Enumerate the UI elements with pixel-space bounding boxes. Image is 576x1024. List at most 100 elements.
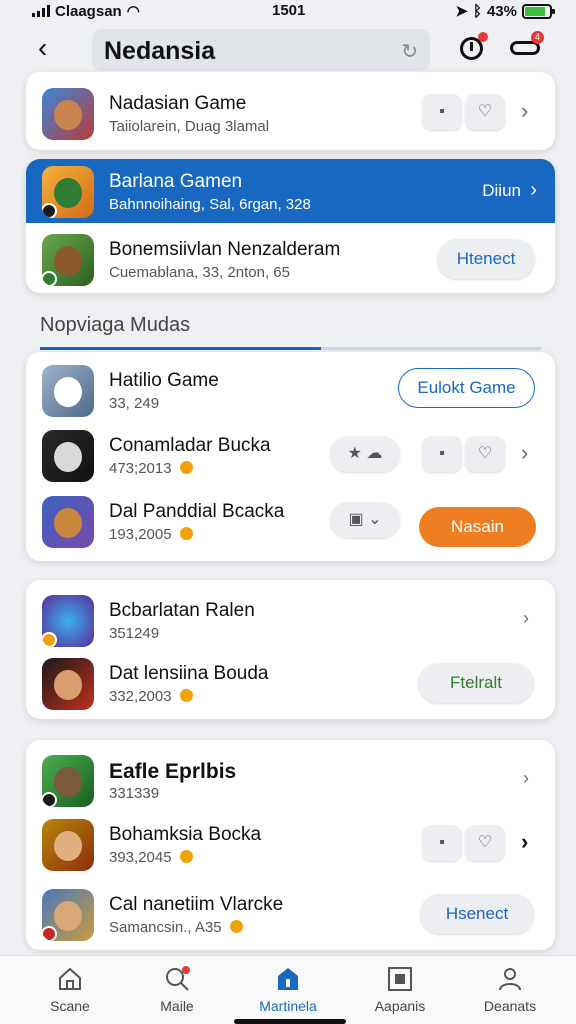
bluetooth-icon: ᛒ xyxy=(472,2,482,20)
primary-action-button[interactable]: Nasain xyxy=(419,507,536,547)
app-subtitle-row: 473;2013 xyxy=(109,460,193,477)
list-item[interactable]: Bonemsiivlan Nenzalderam Cuemablana, 33,… xyxy=(26,227,555,291)
tab-label: Maile xyxy=(160,998,194,1014)
app-icon xyxy=(42,496,94,548)
app-subtitle: Samancsin., A35 xyxy=(109,919,222,936)
selected-card: Barlana Gamen Bahnnoihaing, Sal, 6rgan, … xyxy=(26,159,555,293)
app-subtitle-row: 332,2003 xyxy=(109,688,193,705)
app-name: Dal Panddial Bcacka xyxy=(109,501,285,522)
top-bar: ‹ Nedansia ↻ 4 xyxy=(0,26,576,78)
dropdown-button[interactable]: ▣ ⌄ xyxy=(330,502,400,538)
app-icon xyxy=(42,595,94,647)
unlock-game-button[interactable]: Eulokt Game xyxy=(398,368,535,408)
signal-icon xyxy=(32,5,50,17)
favorite-button[interactable]: ♡ xyxy=(465,825,505,861)
app-subtitle: 351249 xyxy=(109,625,160,642)
coin-icon xyxy=(229,920,243,933)
list-item[interactable]: Hatilio Game 33, 249 Eulokt Game xyxy=(26,358,555,422)
chevron-right-icon[interactable]: › xyxy=(521,441,528,465)
app-subtitle: Taiiolarein, Duag 3lamal xyxy=(109,118,270,135)
chevron-right-icon[interactable]: › xyxy=(530,179,537,202)
tab-label: Aapanis xyxy=(374,998,426,1014)
games-card: Bcbarlatan Ralen 351249 › Dat lensiina B… xyxy=(26,580,555,719)
list-item[interactable]: Conamladar Bucka 473;2013 ★ ☁ ▪ ♡ › xyxy=(26,423,555,487)
chevron-right-icon[interactable]: › xyxy=(521,99,528,123)
tab-home[interactable]: Scane xyxy=(15,956,125,1024)
app-name: Bonemsiivlan Nenzalderam xyxy=(109,239,341,260)
carrier-label: Claagsan xyxy=(55,2,122,20)
back-arrow-icon[interactable]: ‹ xyxy=(38,34,47,62)
tab-label: Deanats xyxy=(483,998,537,1014)
app-icon xyxy=(42,166,94,218)
store-icon xyxy=(278,968,298,990)
app-name: Cal nanetiim Vlarcke xyxy=(109,894,284,915)
app-name: Bohamksia Bocka xyxy=(109,824,262,845)
tab-search[interactable]: Maile xyxy=(122,956,232,1024)
app-icon xyxy=(42,365,94,417)
connect-button[interactable]: Hsenect xyxy=(420,894,534,934)
coin-icon xyxy=(179,527,193,540)
chevron-right-icon[interactable]: › xyxy=(521,830,528,854)
app-icon xyxy=(42,234,94,286)
section-title: Nopviaga Mudas xyxy=(40,314,191,336)
app-subtitle: 33, 249 xyxy=(109,395,160,412)
app-subtitle: 332,2003 xyxy=(109,688,172,705)
app-subtitle: 331339 xyxy=(109,785,160,802)
list-item[interactable]: Cal nanetiim Vlarcke Samancsin., A35 Hse… xyxy=(26,882,555,946)
tab-store[interactable]: Martinela xyxy=(233,956,343,1024)
chevron-right-icon[interactable]: › xyxy=(523,606,529,630)
tab-apps[interactable]: Aapanis xyxy=(345,956,455,1024)
home-icon xyxy=(59,967,81,990)
app-icon xyxy=(42,658,94,710)
install-button[interactable]: Ftelralt xyxy=(418,663,534,703)
apps-icon xyxy=(388,967,412,991)
list-item[interactable]: Bohamksia Bocka 393,2045 ▪ ♡ › xyxy=(26,812,555,876)
row-action-label[interactable]: Diiun xyxy=(482,181,521,201)
refresh-icon[interactable]: ↻ xyxy=(401,39,418,64)
list-item[interactable]: Dat lensiina Bouda 332,2003 Ftelralt xyxy=(26,651,555,715)
search-value: Nedansia xyxy=(104,37,216,65)
link-icon[interactable]: 4 xyxy=(510,31,544,62)
list-item-selected[interactable]: Barlana Gamen Bahnnoihaing, Sal, 6rgan, … xyxy=(26,159,555,223)
app-subtitle-row: 193,2005 xyxy=(109,526,193,543)
tab-account[interactable]: Deanats xyxy=(455,956,565,1024)
archive-button[interactable]: ▪ xyxy=(422,94,462,130)
list-item[interactable]: Nadasian Game Taiiolarein, Duag 3lamal ▪… xyxy=(26,81,555,145)
wifi-icon: ◠ xyxy=(126,3,140,20)
app-subtitle-row: Samancsin., A35 xyxy=(109,919,243,936)
timer-icon[interactable] xyxy=(458,32,488,62)
app-name: Nadasian Game xyxy=(109,93,247,114)
app-subtitle: 473;2013 xyxy=(109,460,172,477)
profile-icon xyxy=(499,968,521,991)
app-subtitle: 193,2005 xyxy=(109,526,172,543)
location-icon: ➤ xyxy=(455,3,468,20)
top-card: Nadasian Game Taiiolarein, Duag 3lamal ▪… xyxy=(26,72,555,150)
app-subtitle-row: 393,2045 xyxy=(109,849,193,866)
search-field[interactable]: Nedansia ↻ xyxy=(92,29,430,71)
favorite-button[interactable]: ♡ xyxy=(465,436,505,472)
search-icon xyxy=(166,966,190,991)
chevron-right-icon[interactable]: › xyxy=(523,766,529,790)
app-name: Barlana Gamen xyxy=(109,171,243,192)
archive-button[interactable]: ▪ xyxy=(422,825,462,861)
app-icon xyxy=(42,819,94,871)
battery-icon xyxy=(522,3,555,19)
favorite-button[interactable]: ♡ xyxy=(465,94,505,130)
clock: 1501 xyxy=(272,2,306,19)
games-card: Hatilio Game 33, 249 Eulokt Game Conamla… xyxy=(26,352,555,561)
app-name: Bcbarlatan Ralen xyxy=(109,600,255,621)
list-item[interactable]: Bcbarlatan Ralen 351249 › xyxy=(26,588,555,652)
status-bar: Claagsan ◠ 1501 ➤ ᛒ 43% xyxy=(0,0,576,26)
coin-icon xyxy=(179,689,193,702)
app-name: Dat lensiina Bouda xyxy=(109,663,269,684)
battery-percent: 43% xyxy=(486,2,517,20)
rate-button[interactable]: ★ ☁ xyxy=(330,436,400,472)
list-item[interactable]: Dal Panddial Bcacka 193,2005 ▣ ⌄ Nasain xyxy=(26,489,555,553)
archive-button[interactable]: ▪ xyxy=(422,436,462,472)
list-item[interactable]: Eafle Eprlbis 331339 › xyxy=(26,748,555,812)
app-icon xyxy=(42,88,94,140)
connect-button[interactable]: Htenect xyxy=(437,239,535,279)
app-icon xyxy=(42,889,94,941)
home-indicator xyxy=(234,1019,346,1024)
app-name: Eafle Eprlbis xyxy=(109,760,237,783)
